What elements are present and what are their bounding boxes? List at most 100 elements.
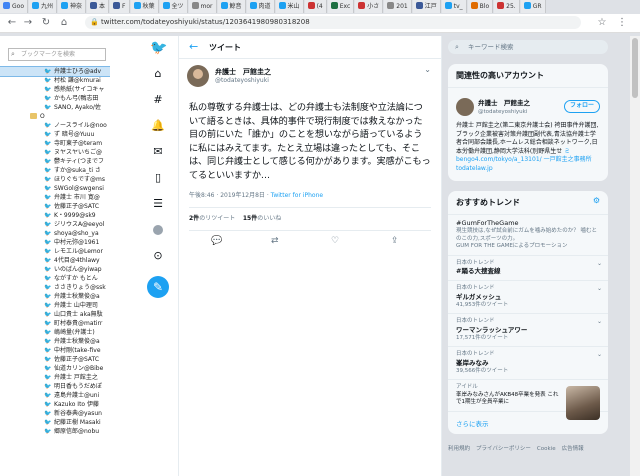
retweet-stat[interactable]: 2件のリツイート	[189, 215, 235, 222]
chevron-down-icon[interactable]: ⌄	[597, 351, 602, 359]
bookmark-item[interactable]: 🐦 嶋崎量(弁護士)	[0, 328, 110, 337]
footer-link[interactable]: プライバシーポリシー	[476, 446, 531, 452]
bookmark-item[interactable]: 🐦 郷原信郎@nobu	[0, 427, 110, 436]
like-stat[interactable]: 15件のいいね	[243, 215, 281, 222]
reload-icon[interactable]: ↻	[40, 17, 52, 29]
browser-tab[interactable]: 米山	[275, 0, 304, 13]
menu-icon[interactable]: ⋮	[616, 17, 628, 29]
bookmark-item[interactable]: 🐦 K・9999@sk9	[0, 211, 110, 220]
bookmark-item[interactable]: 🐦 4代目@4thlawy	[0, 256, 110, 265]
browser-tab[interactable]: 201	[384, 0, 412, 13]
bookmark-item[interactable]: 🐦 弁護士 市川 寛@	[0, 193, 110, 202]
bookmark-item[interactable]: 🐦 山口貴士 aka無駄	[0, 310, 110, 319]
bookmark-item[interactable]: 🐦 弁護士ひろ@adv	[0, 66, 110, 77]
browser-tab[interactable]: 本	[87, 0, 110, 13]
browser-tab[interactable]: 全ツ	[159, 0, 188, 13]
browser-tab[interactable]: Exc	[327, 0, 355, 13]
browser-tab[interactable]: mor	[188, 0, 217, 13]
bookmark-item[interactable]: 🐦 ず 暗号@Yuuu	[0, 130, 110, 139]
bookmark-item[interactable]: 🐦 明日香もうだめぽ	[0, 382, 110, 391]
bookmark-item[interactable]: 🐦 中村元弥@1961	[0, 238, 110, 247]
home-icon[interactable]: ⌂	[150, 66, 166, 82]
bookmark-item[interactable]: 🐦 町村泰貴@matirr	[0, 319, 110, 328]
notifications-bell-icon[interactable]: 🔔	[150, 118, 166, 134]
author-handle[interactable]: @todateyoshiyuki	[215, 77, 269, 84]
bookmark-item[interactable]: 🐦 shoya@sho_ya	[0, 229, 110, 238]
bookmark-item[interactable]: 🐦 弁護士秋葉俊@a	[0, 292, 110, 301]
trend-thumbnail[interactable]	[566, 386, 600, 420]
like-heart-icon[interactable]: ♡	[331, 236, 339, 246]
bookmark-item[interactable]: 🐦 佐藤正子@SATC	[0, 202, 110, 211]
chevron-down-icon[interactable]: ⌄	[597, 260, 602, 268]
trend-item[interactable]: 日本のトレンド ギルガメッシュ 41,953件のツイート ⌄	[448, 281, 608, 314]
back-arrow-icon[interactable]: ←	[6, 17, 18, 29]
bookmark-item[interactable]: 🐦 ながすか もとん	[0, 274, 110, 283]
account-handle[interactable]: @todateyoshiyuki	[478, 108, 527, 117]
bookmark-item[interactable]: 🐦 ノースライル@noo	[0, 121, 110, 130]
bookmark-folder[interactable]: O	[0, 112, 110, 121]
author-avatar[interactable]	[187, 65, 209, 87]
browser-tab[interactable]: 25.	[494, 0, 520, 13]
page-scrollbar[interactable]	[630, 36, 640, 476]
share-icon[interactable]: ⇪	[391, 236, 399, 246]
chevron-down-icon[interactable]: ⌄	[597, 285, 602, 293]
follow-button[interactable]: フォロー	[563, 100, 600, 113]
bookmark-item[interactable]: 🐦 弁護士 山中理司	[0, 301, 110, 310]
bookmark-search-input[interactable]: ⌕ ブックマークを検索	[8, 48, 106, 61]
browser-tab[interactable]: 江戸	[412, 0, 441, 13]
tweet-timestamp[interactable]: 午後8:46 · 2019年12月8日 ·	[189, 192, 269, 199]
scrollbar-thumb[interactable]	[632, 38, 638, 98]
browser-tab[interactable]: Blo	[467, 0, 494, 13]
bookmark-item[interactable]: 🐦 Kazuko Ito 伊藤	[0, 400, 110, 409]
bookmark-item[interactable]: 🐦 かもん弓(鴨志田	[0, 94, 110, 103]
home-icon[interactable]: ⌂	[58, 17, 70, 29]
bookmark-item[interactable]: 🐦 いのばん@yiwap	[0, 265, 110, 274]
gear-icon[interactable]: ⚙	[593, 196, 600, 205]
browser-tab[interactable]: F	[110, 0, 130, 13]
bookmark-item[interactable]: 🐦 ヌヤスヤいちご@	[0, 148, 110, 157]
back-arrow-icon[interactable]: ←	[189, 40, 198, 53]
more-icon[interactable]: ⊙	[150, 248, 166, 264]
twitter-bird-icon[interactable]: 🐦	[150, 40, 167, 56]
bookmark-item[interactable]: 🐦 弁護士 戸館圭之	[0, 373, 110, 382]
bookmark-item[interactable]: 🐦 寺町東子@teram	[0, 139, 110, 148]
forward-arrow-icon[interactable]: →	[22, 17, 34, 29]
tweet-client[interactable]: Twitter for iPhone	[271, 192, 323, 199]
star-icon[interactable]: ☆	[596, 17, 608, 29]
image-trend[interactable]: アイドル 峯岸みなみさんがAKB48卒業を発表 これで1期生が全員卒業に	[448, 380, 608, 420]
explore-hashtag-icon[interactable]: #	[150, 92, 166, 108]
address-bar[interactable]: 🔒 twitter.com/todateyoshiyuki/status/120…	[85, 16, 581, 29]
chevron-down-icon[interactable]: ⌄	[597, 318, 602, 326]
bookmark-item[interactable]: 🐦 SANO, Ayako/佐	[0, 103, 110, 112]
trend-item[interactable]: 日本のトレンド 峯岸みなみ 39,566件のツイート ⌄	[448, 347, 608, 380]
account-avatar[interactable]	[456, 98, 474, 116]
browser-tab[interactable]: (4	[304, 0, 327, 13]
bookmark-item[interactable]: 🐦 遠島弁護士@uni	[0, 391, 110, 400]
browser-tab[interactable]: GR	[520, 0, 546, 13]
bookmark-item[interactable]: 🐦 ほりぐちです@ms	[0, 175, 110, 184]
browser-tab[interactable]: tv_	[441, 0, 467, 13]
messages-envelope-icon[interactable]: ✉	[150, 144, 166, 160]
chevron-down-icon[interactable]: ⌄	[424, 65, 431, 74]
browser-tab[interactable]: 鯨音	[217, 0, 246, 13]
bookmark-item[interactable]: 🐦 弁護士秋葉俊@a	[0, 337, 110, 346]
bookmark-item[interactable]: 🐦 新谷泰典@yasun	[0, 409, 110, 418]
profile-avatar-icon[interactable]	[153, 225, 163, 235]
bookmark-item[interactable]: 🐦 感熱紙(サイコキャ	[0, 85, 110, 94]
browser-tab[interactable]: 肉道	[246, 0, 275, 13]
bookmark-item[interactable]: 🐦 紀藤正樹 Masaki	[0, 418, 110, 427]
bookmark-item[interactable]: 🐦 仙道カリン@Bibe	[0, 364, 110, 373]
bookmark-item[interactable]: 🐦 レモエル@Lemor	[0, 247, 110, 256]
bookmark-item[interactable]: 🐦 ジリウスA@eeyol	[0, 220, 110, 229]
browser-tab[interactable]: 神奈	[58, 0, 87, 13]
related-account[interactable]: 弁護士 戸館圭之 @todateyoshiyuki フォロー 弁護士 戸館圭之(…	[448, 88, 608, 181]
twitter-search-input[interactable]: ⌕ キーワード検索	[448, 40, 608, 54]
reply-icon[interactable]: 💬	[211, 236, 222, 246]
bookmarks-icon[interactable]: ▯	[150, 170, 166, 186]
bookmark-item[interactable]: 🐦 SWGol@swgensi	[0, 184, 110, 193]
browser-tab[interactable]: Goo	[0, 0, 28, 13]
footer-link[interactable]: Cookie	[537, 446, 556, 452]
bookmark-item[interactable]: 🐦 鬱キティ(つまでフ	[0, 157, 110, 166]
bookmark-item[interactable]: 🐦 すか@suka_ti さ	[0, 166, 110, 175]
browser-tab[interactable]: 小さ	[355, 0, 384, 13]
